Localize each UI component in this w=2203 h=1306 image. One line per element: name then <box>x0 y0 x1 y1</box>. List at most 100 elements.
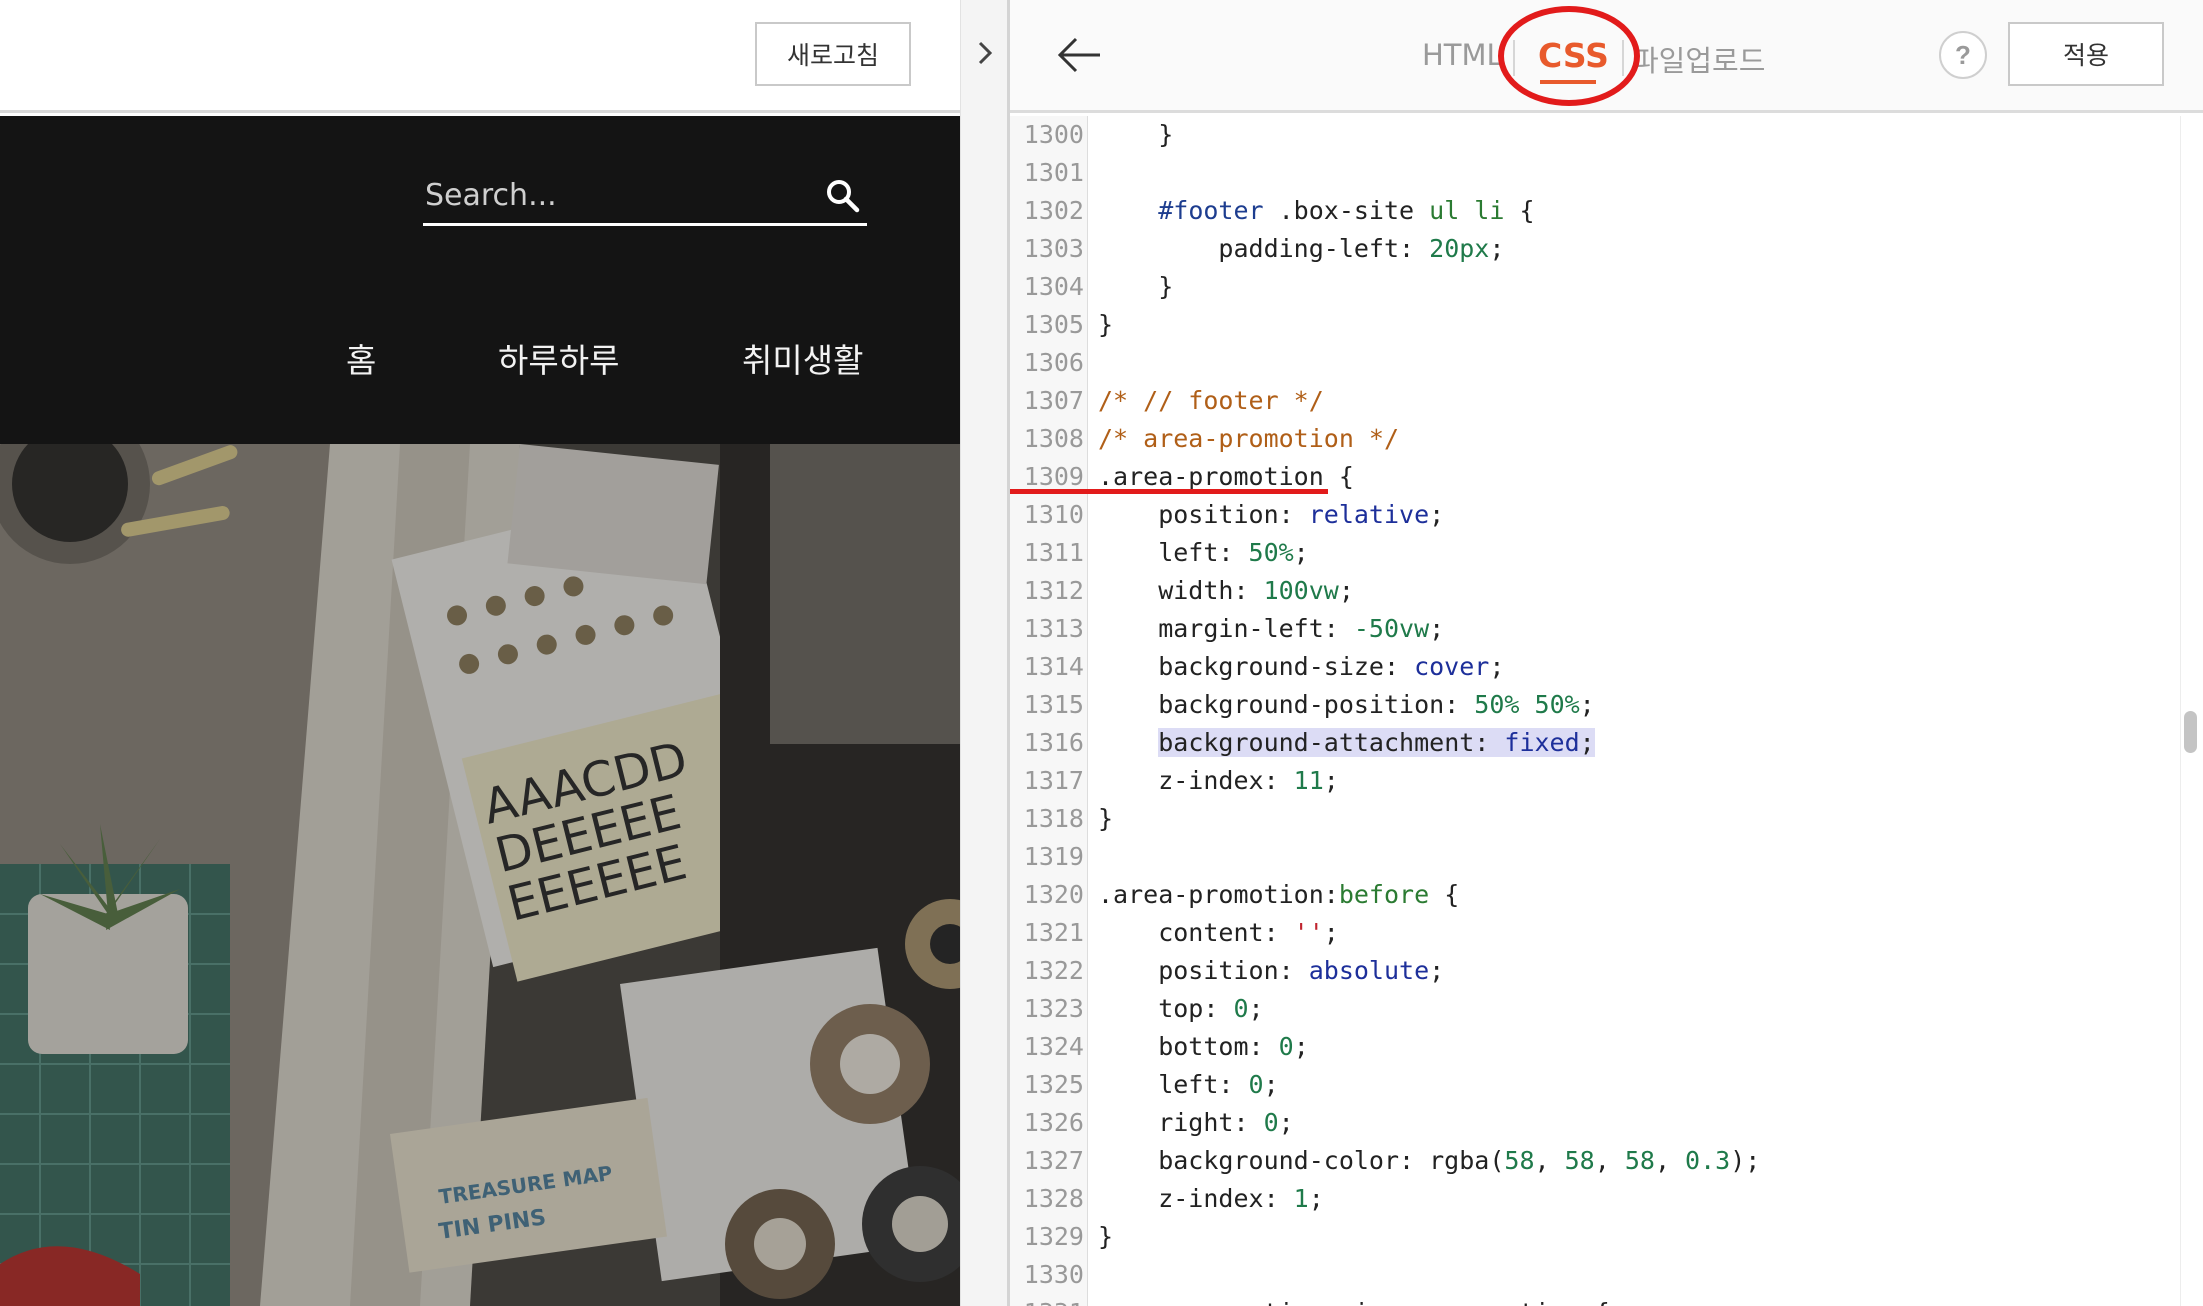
line-number: 1328 <box>1023 1184 1084 1213</box>
code-line[interactable]: 1323 top: 0; <box>1010 990 2180 1028</box>
code-line[interactable]: 1300 } <box>1010 116 2180 154</box>
nav-item-daily[interactable]: 하루하루 <box>498 334 619 382</box>
line-number: 1320 <box>1023 880 1084 909</box>
code-line[interactable]: 1320 .area-promotion:before { <box>1010 876 2180 914</box>
hero-dark-overlay <box>0 444 972 1306</box>
code-line[interactable]: 1328 z-index: 1; <box>1010 1180 2180 1218</box>
code-line[interactable]: 1303 padding-left: 20px; <box>1010 230 2180 268</box>
line-number: 1330 <box>1023 1260 1084 1289</box>
line-number: 1326 <box>1023 1108 1084 1137</box>
code-line[interactable]: 1326 right: 0; <box>1010 1104 2180 1142</box>
tab-file-upload[interactable]: 파일업로드 <box>1632 38 1765 80</box>
search-box <box>423 166 867 226</box>
hero-image: AAACDD DEEEEE EEEEEE TREASURE MAP TIN PI… <box>0 444 972 1306</box>
code-line[interactable]: 1306 <box>1010 344 2180 382</box>
arrow-left-icon <box>1057 37 1100 73</box>
code-text: left: 0; <box>1098 1070 1279 1099</box>
code-text: position: absolute; <box>1098 956 1445 985</box>
code-line[interactable]: 1324 bottom: 0; <box>1010 1028 2180 1066</box>
code-text: .area-promotion:before { <box>1098 880 1460 909</box>
code-line[interactable]: 1312 width: 100vw; <box>1010 572 2180 610</box>
code-text: } <box>1098 1222 1114 1251</box>
code-text: top: 0; <box>1098 994 1264 1023</box>
code-editor-pane: HTML CSS 파일업로드 ? 적용 1300 } 1301 1302 #foot… <box>1010 0 2203 1306</box>
code-line[interactable]: 1319 <box>1010 838 2180 876</box>
code-line[interactable]: 1330 <box>1010 1256 2180 1294</box>
annotation-underline <box>1010 489 1328 494</box>
code-text: z-index: 1; <box>1098 1184 1324 1213</box>
line-number: 1311 <box>1023 538 1084 567</box>
collapse-preview-button[interactable] <box>961 28 1009 78</box>
search-icon[interactable] <box>823 176 863 216</box>
line-number: 1307 <box>1023 386 1084 415</box>
code-line[interactable]: 1318} <box>1010 800 2180 838</box>
code-text: /* // footer */ <box>1098 386 1324 415</box>
line-number: 1327 <box>1023 1146 1084 1175</box>
code-text: padding-left: 20px; <box>1098 234 1505 263</box>
code-line[interactable]: 1331 .area-promotion .inner-promotion { <box>1010 1294 2180 1306</box>
code-line[interactable]: 1304 } <box>1010 268 2180 306</box>
code-text: } <box>1098 804 1114 833</box>
line-number: 1324 <box>1023 1032 1084 1061</box>
code-line[interactable]: 1316 background-attachment: fixed; <box>1010 724 2180 762</box>
code-line[interactable]: 1311 left: 50%; <box>1010 534 2180 572</box>
line-number: 1312 <box>1023 576 1084 605</box>
code-text: background-position: 50% 50%; <box>1098 690 1595 719</box>
code-line[interactable]: 1327 background-color: rgba(58, 58, 58, … <box>1010 1142 2180 1180</box>
editor-toolbar: HTML CSS 파일업로드 ? 적용 <box>1010 0 2203 113</box>
code-line[interactable]: 1308 /* area-promotion */ <box>1010 420 2180 458</box>
code-line[interactable]: 1329} <box>1010 1218 2180 1256</box>
code-line[interactable]: 1317 z-index: 11; <box>1010 762 2180 800</box>
nav-item-home[interactable]: 홈 <box>346 334 376 382</box>
line-number: 1331 <box>1012 1294 1084 1306</box>
apply-button[interactable]: 적용 <box>2008 22 2164 86</box>
code-line[interactable]: 1310 position: relative; <box>1010 496 2180 534</box>
code-line[interactable]: 1301 <box>1010 154 2180 192</box>
line-number: 1315 <box>1023 690 1084 719</box>
back-button[interactable] <box>1054 30 1104 80</box>
site-header: 홈 하루하루 취미생활 <box>0 116 972 444</box>
code-line[interactable]: 1302 #footer .box-site ul li { <box>1010 192 2180 230</box>
preview-pane: 새로고침 홈 하루하루 취미생활 <box>0 0 1000 1306</box>
editor-scrollbar-thumb[interactable] <box>2184 711 2197 753</box>
annotation-circle <box>1498 6 1640 106</box>
code-text: background-attachment: fixed; <box>1158 728 1595 757</box>
line-number: 1325 <box>1023 1070 1084 1099</box>
search-input[interactable] <box>425 172 795 218</box>
tab-html[interactable]: HTML <box>1422 38 1503 72</box>
code-text: bottom: 0; <box>1098 1032 1309 1061</box>
code-text: } <box>1098 310 1114 339</box>
code-text: } <box>1098 120 1174 149</box>
editor-scrollbar[interactable] <box>2180 116 2203 1306</box>
help-button[interactable]: ? <box>1939 31 1987 79</box>
line-number: 1319 <box>1023 842 1084 871</box>
code-line[interactable]: 1305} <box>1010 306 2180 344</box>
line-number: 1306 <box>1023 348 1084 377</box>
code-text: content: ''; <box>1098 918 1339 947</box>
code-line[interactable]: 1314 background-size: cover; <box>1010 648 2180 686</box>
code-text: } <box>1098 272 1174 301</box>
code-text: right: 0; <box>1098 1108 1294 1137</box>
code-text: margin-left: -50vw; <box>1098 614 1445 643</box>
preview-toolbar: 새로고침 <box>0 0 960 113</box>
code-editor[interactable]: 1300 } 1301 1302 #footer .box-site ul li {… <box>1010 116 2180 1306</box>
refresh-button[interactable]: 새로고침 <box>755 22 911 86</box>
code-line[interactable]: 1313 margin-left: -50vw; <box>1010 610 2180 648</box>
code-line[interactable]: 1307 /* // footer */ <box>1010 382 2180 420</box>
code-line[interactable]: 1322 position: absolute; <box>1010 952 2180 990</box>
nav-item-hobby[interactable]: 취미생활 <box>742 334 863 382</box>
code-text: background-size: cover; <box>1098 652 1505 681</box>
line-number: 1316 <box>1023 728 1084 757</box>
line-number: 1304 <box>1023 272 1084 301</box>
code-line[interactable]: 1315 background-position: 50% 50%; <box>1010 686 2180 724</box>
line-number: 1323 <box>1023 994 1084 1023</box>
code-text: background-color: rgba(58, 58, 58, 0.3); <box>1098 1146 1761 1175</box>
code-text: /* area-promotion */ <box>1098 424 1400 453</box>
code-text: z-index: 11; <box>1098 766 1339 795</box>
code-line[interactable]: 1325 left: 0; <box>1010 1066 2180 1104</box>
code-text: left: 50%; <box>1098 538 1309 567</box>
code-line[interactable]: 1321 content: ''; <box>1010 914 2180 952</box>
line-number: 1310 <box>1023 500 1084 529</box>
line-number: 1305 <box>1023 310 1084 339</box>
line-number: 1321 <box>1023 918 1084 947</box>
